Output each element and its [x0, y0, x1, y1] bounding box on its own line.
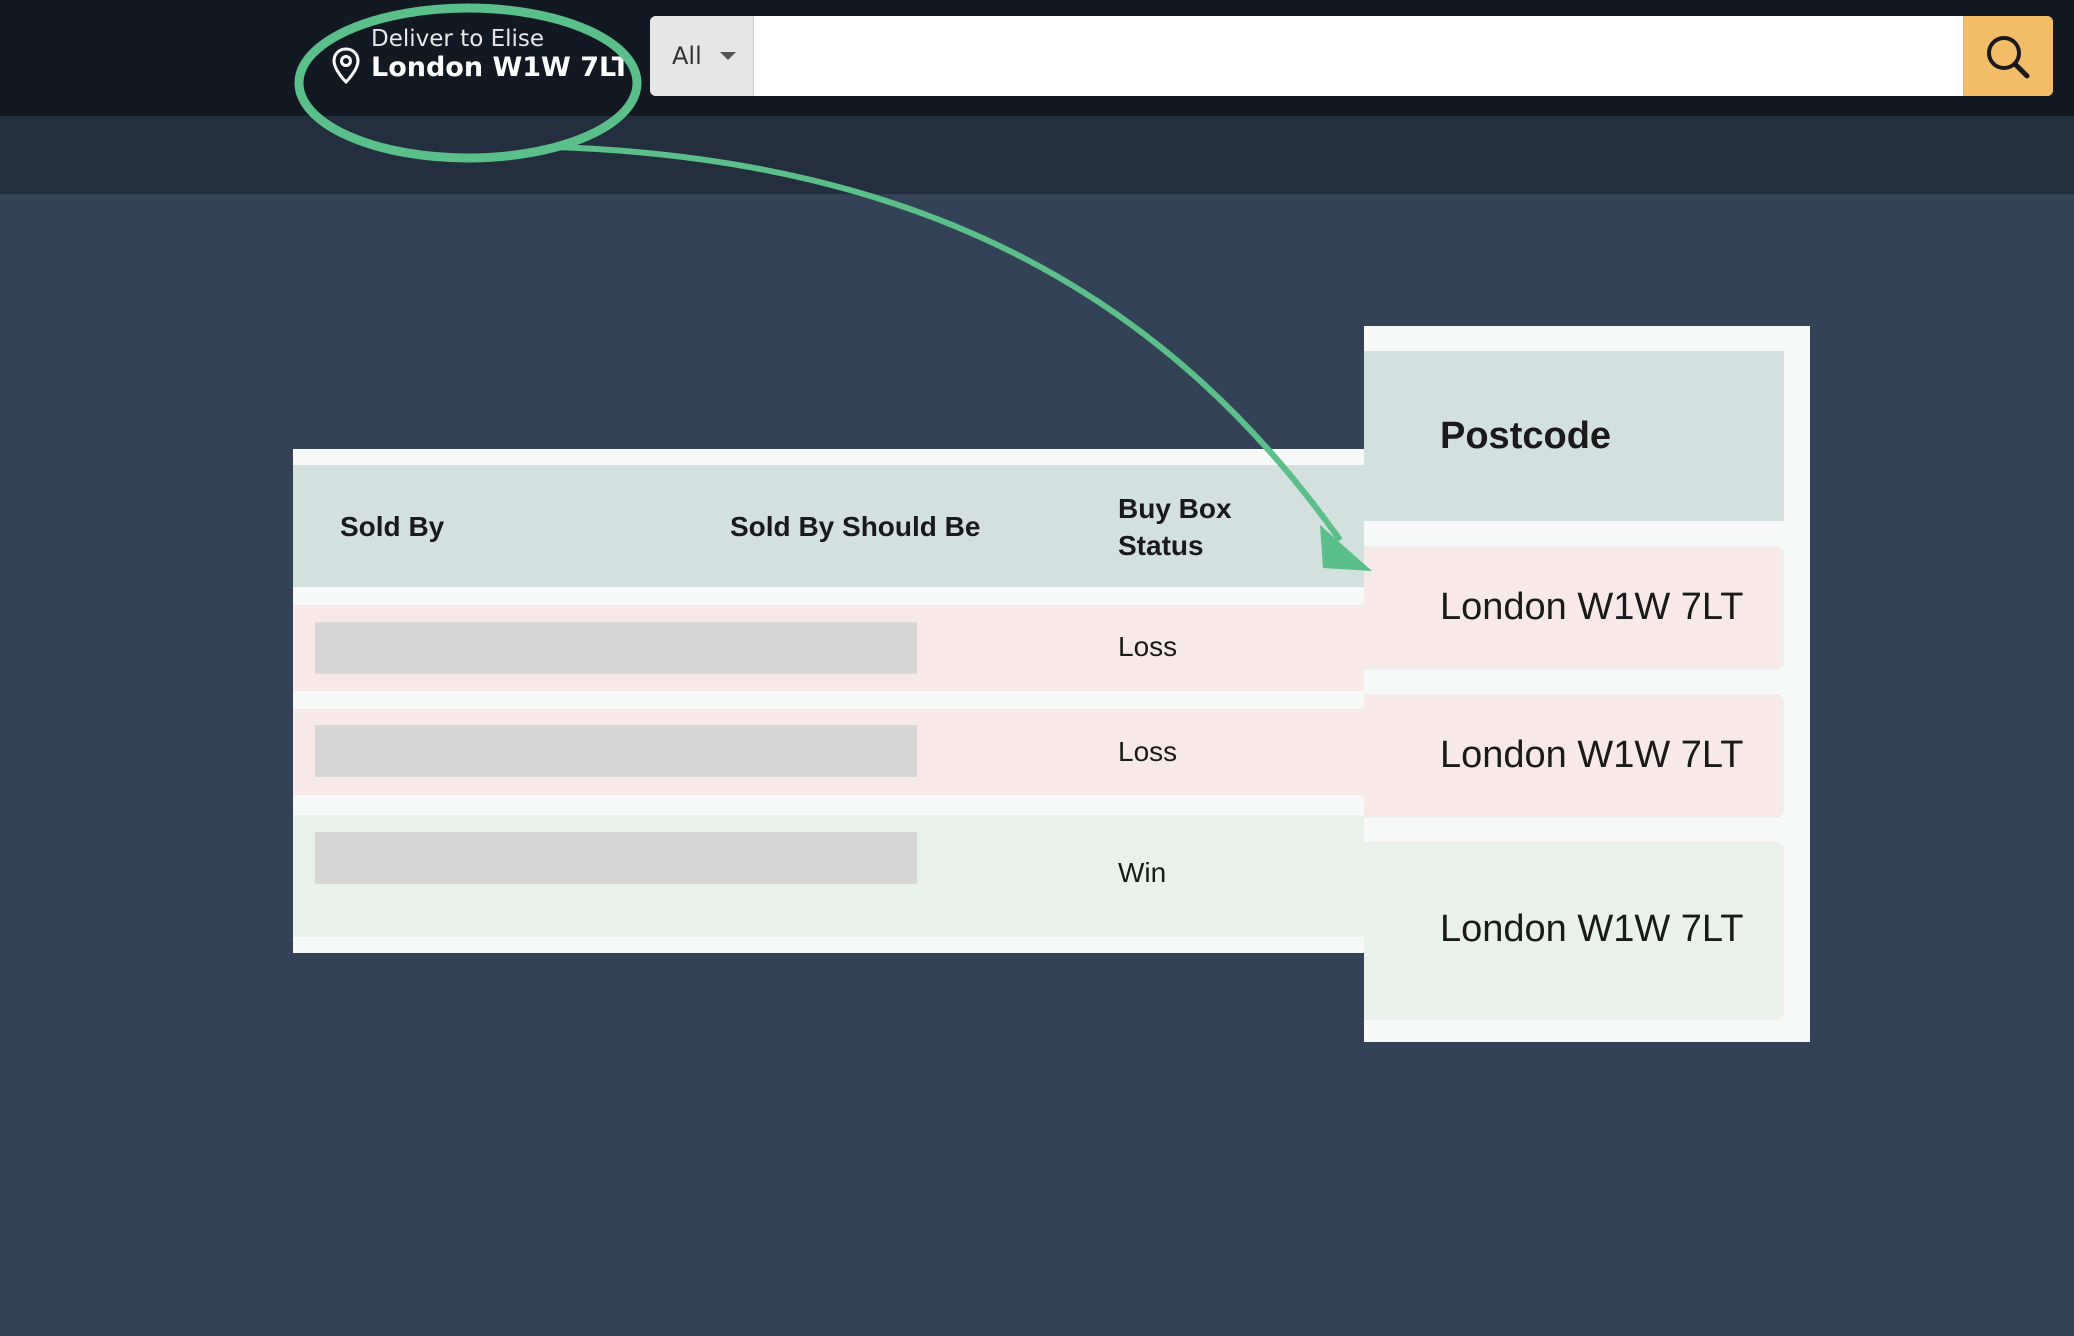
- column-header-buy-box: Buy Box: [1118, 493, 1232, 524]
- postcode-cell: London W1W 7LT: [1364, 546, 1784, 670]
- table-row: Loss: [293, 605, 1364, 691]
- buy-box-status: Loss: [1118, 631, 1178, 662]
- buy-box-table: Sold By Sold By Should Be Buy Box Status…: [293, 449, 1364, 953]
- redacted-seller: [315, 622, 917, 674]
- chevron-down-icon: [720, 52, 736, 60]
- postcode-column: Postcode London W1W 7LT London W1W 7LT L…: [1364, 326, 1810, 1042]
- search-input[interactable]: [755, 16, 1945, 96]
- search-category-label: All: [672, 42, 702, 70]
- search-icon: [1987, 36, 2030, 79]
- search-bar: All: [650, 16, 2053, 96]
- postcode-value: London W1W 7LT: [1440, 734, 1744, 776]
- table-header: Sold By Sold By Should Be Buy Box Status: [293, 465, 1364, 587]
- postcode-value: London W1W 7LT: [1440, 586, 1744, 628]
- deliver-to-label: Deliver to Elise: [371, 26, 545, 52]
- buy-box-status: Win: [1118, 857, 1167, 888]
- column-header-sold-by: Sold By: [340, 511, 445, 542]
- table-row: Win: [293, 815, 1364, 937]
- location-pin-icon: [332, 47, 360, 85]
- column-header-status: Status: [1118, 530, 1204, 561]
- table-row: Loss: [293, 709, 1364, 795]
- buy-box-status: Loss: [1118, 736, 1178, 767]
- secondary-navigation-bar: [0, 116, 2074, 194]
- postcode-cell: London W1W 7LT: [1364, 842, 1784, 1020]
- postcode-value: London W1W 7LT: [1440, 908, 1744, 950]
- redacted-seller: [315, 832, 917, 884]
- postcode-header-label: Postcode: [1440, 415, 1612, 457]
- search-button[interactable]: [1963, 16, 2053, 96]
- postcode-cell: London W1W 7LT: [1364, 694, 1784, 818]
- postcode-header: Postcode: [1364, 351, 1784, 521]
- column-header-sold-by-should-be: Sold By Should Be: [730, 511, 981, 542]
- deliver-location: London W1W 7LT: [371, 52, 631, 83]
- redacted-seller: [315, 725, 917, 777]
- search-category-dropdown[interactable]: All: [650, 16, 754, 96]
